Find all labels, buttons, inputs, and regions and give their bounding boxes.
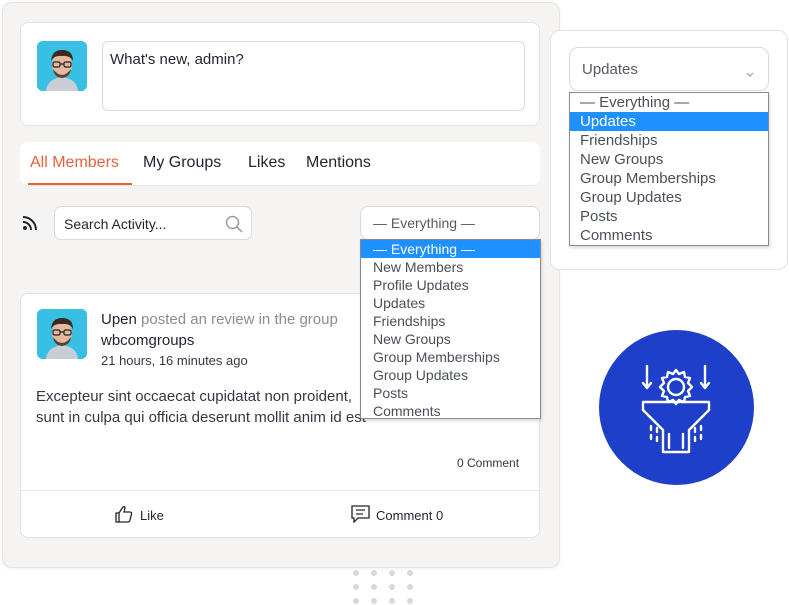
filter-option-friendships[interactable]: Friendships [361, 312, 540, 330]
filter-option-new-groups[interactable]: New Groups [361, 330, 540, 348]
avatar [37, 309, 87, 359]
search-icon[interactable] [225, 215, 243, 238]
filter-option-profile-updates[interactable]: Profile Updates [361, 276, 540, 294]
whats-new-input[interactable]: What's new, admin? [102, 41, 525, 111]
comment-button[interactable]: Comment 0 [351, 505, 461, 525]
thumbs-up-icon [115, 505, 133, 528]
activity-group-link[interactable]: wbcomgroups [101, 330, 194, 351]
activity-action-text: posted an review in the group [141, 311, 338, 328]
chevron-down-icon [746, 65, 754, 81]
avatar [37, 41, 87, 91]
filter-option-group-updates[interactable]: Group Updates [361, 366, 540, 384]
whats-new-placeholder: What's new, admin? [110, 51, 244, 68]
activity-filter-selected: — Everything — [373, 215, 475, 231]
side-option-group-memberships[interactable]: Group Memberships [570, 169, 768, 188]
side-option-posts[interactable]: Posts [570, 207, 768, 226]
activity-tabs: All Members My Groups Likes Mentions [20, 142, 540, 186]
rss-icon[interactable] [22, 215, 38, 231]
tab-my-groups[interactable]: My Groups [143, 154, 221, 172]
filter-gear-icon [641, 364, 711, 454]
activity-user-link[interactable]: Upen [101, 311, 137, 328]
filter-option-group-memberships[interactable]: Group Memberships [361, 348, 540, 366]
side-filter-select[interactable]: Updates [569, 47, 769, 91]
search-input[interactable] [64, 214, 214, 234]
activity-filter-select[interactable]: — Everything — [360, 206, 540, 240]
comment-label: Comment 0 [376, 508, 444, 523]
activity-filter-listbox: — Everything — New Members Profile Updat… [360, 239, 541, 419]
composer-card: What's new, admin? [20, 22, 540, 126]
tab-likes[interactable]: Likes [248, 154, 285, 172]
filter-option-everything[interactable]: — Everything — [361, 240, 540, 258]
activity-body: Excepteur sint occaecat cupidatat non pr… [36, 388, 366, 426]
tab-all-members[interactable]: All Members [30, 154, 119, 172]
tab-mentions[interactable]: Mentions [306, 154, 371, 172]
search-activity-box [54, 206, 252, 240]
decorative-dots [353, 570, 415, 604]
filter-option-new-members[interactable]: New Members [361, 258, 540, 276]
comment-count[interactable]: 0 Comment [457, 456, 519, 470]
side-filter-listbox: — Everything — Updates Friendships New G… [569, 92, 769, 246]
filter-badge [599, 330, 754, 485]
activity-actions-divider [21, 490, 539, 491]
filter-option-posts[interactable]: Posts [361, 384, 540, 402]
side-option-updates[interactable]: Updates [570, 112, 768, 131]
side-option-comments[interactable]: Comments [570, 226, 768, 245]
side-filter-selected: Updates [582, 61, 638, 78]
activity-header: Upen posted an review in the group [101, 309, 361, 330]
like-label: Like [140, 508, 164, 523]
comment-icon [351, 505, 370, 528]
filter-option-updates[interactable]: Updates [361, 294, 540, 312]
active-tab-indicator [28, 183, 132, 185]
side-option-group-updates[interactable]: Group Updates [570, 188, 768, 207]
side-option-new-groups[interactable]: New Groups [570, 150, 768, 169]
filter-option-comments[interactable]: Comments [361, 402, 540, 420]
activity-timestamp: 21 hours, 16 minutes ago [101, 353, 248, 368]
side-option-everything[interactable]: — Everything — [570, 93, 768, 112]
side-option-friendships[interactable]: Friendships [570, 131, 768, 150]
